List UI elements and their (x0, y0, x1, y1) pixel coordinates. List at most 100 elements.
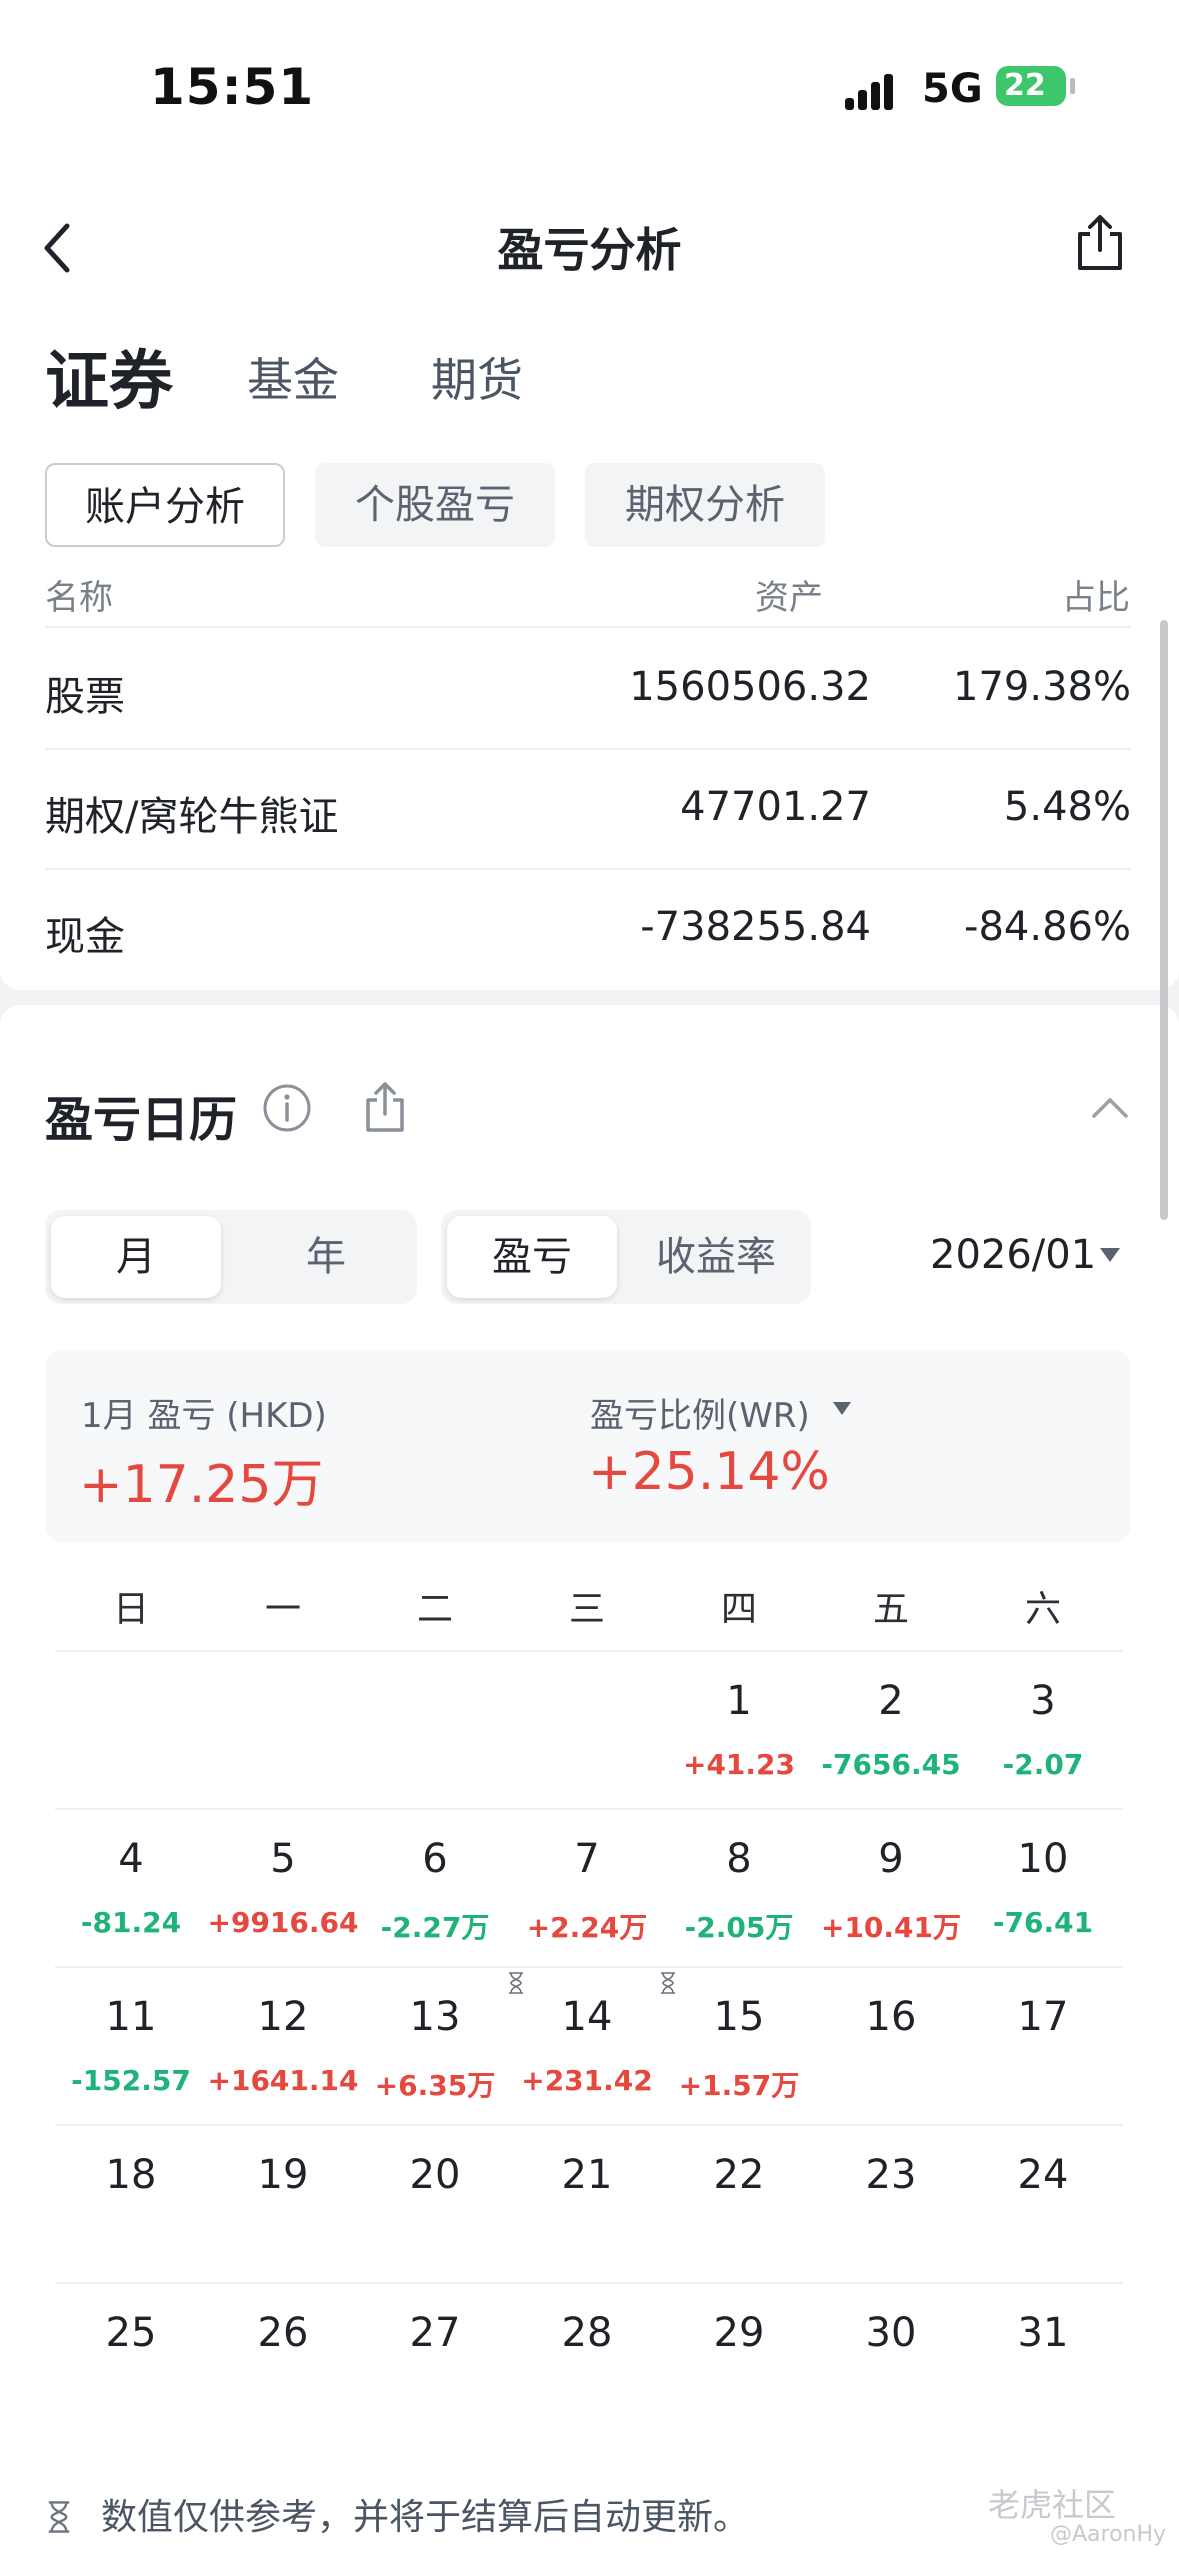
toggle-year[interactable]: 年 (241, 1216, 411, 1298)
battery-icon: 22 (996, 66, 1066, 106)
row-ratio: 179.38% (953, 664, 1131, 710)
calendar-day[interactable]: 2 -7656.45 (815, 1650, 967, 1808)
pending-hourglass-icon (509, 1972, 523, 1994)
weekday-label: 四 (720, 1589, 757, 1630)
status-bar: 15:51 5G 22 (0, 0, 1179, 150)
calendar-day[interactable]: 9 +10.41万 (815, 1808, 967, 1966)
calendar-day[interactable]: 3 -2.07 (967, 1650, 1119, 1808)
tab-option-analysis[interactable]: 期权分析 (585, 463, 825, 547)
tab-funds[interactable]: 基金 (247, 344, 339, 410)
weekday-label: 日 (112, 1589, 149, 1630)
watermark-user: @AaronHy (1050, 2522, 1167, 2547)
wr-label[interactable]: 盈亏比例(WR) (590, 1388, 810, 1437)
tab-stock-pnl[interactable]: 个股盈亏 (315, 463, 555, 547)
day-pnl-value: -2.05万 (684, 1911, 794, 1944)
day-pnl-value: -81.24 (80, 1906, 182, 1939)
calendar-day[interactable]: 29 (663, 2282, 815, 2440)
table-row: 股票 1560506.32 179.38% (45, 628, 1131, 750)
day-pnl-value: +1641.14 (207, 2064, 359, 2097)
calendar-day[interactable]: 21 (511, 2124, 663, 2282)
day-number: 31 (1017, 2310, 1069, 2356)
calendar-day[interactable]: 28 (511, 2282, 663, 2440)
day-number: 20 (409, 2152, 461, 2198)
day-number: 17 (1017, 1994, 1069, 2040)
day-pnl-value: +1.57万 (678, 2069, 800, 2102)
day-number: 19 (257, 2152, 309, 2198)
tab-futures[interactable]: 期货 (431, 344, 523, 410)
calendar-day[interactable]: 7 +2.24万 (511, 1808, 663, 1966)
row-ratio: 5.48% (1003, 784, 1131, 830)
calendar-day[interactable]: 22 (663, 2124, 815, 2282)
battery-level: 22 (1004, 68, 1046, 103)
calendar-day[interactable]: 10 -76.41 (967, 1808, 1119, 1966)
share-icon[interactable] (1070, 212, 1130, 274)
metric-toggle: 盈亏 收益率 (441, 1210, 811, 1304)
calendar-day[interactable]: 19 (207, 2124, 359, 2282)
calendar-share-icon[interactable] (362, 1080, 408, 1134)
calendar-day[interactable]: 6 -2.27万 (359, 1808, 511, 1966)
calendar-day[interactable]: 26 (207, 2282, 359, 2440)
calendar-title: 盈亏日历 (45, 1092, 238, 1148)
calendar-day[interactable]: 27 (359, 2282, 511, 2440)
day-pnl-value: +10.41万 (820, 1911, 962, 1944)
tab-securities[interactable]: 证券 (45, 330, 173, 422)
row-asset: 47701.27 (680, 784, 871, 830)
pnl-label: 1月 盈亏 (HKD) (81, 1396, 327, 1436)
calendar-day[interactable]: 11 -152.57 (55, 1966, 207, 2124)
calendar-day[interactable]: 18 (55, 2124, 207, 2282)
toggle-return-rate[interactable]: 收益率 (627, 1216, 805, 1298)
day-pnl-value: +41.23 (682, 1748, 796, 1781)
calendar-day[interactable]: 12 +1641.14 (207, 1966, 359, 2124)
day-number: 10 (1017, 1836, 1069, 1882)
wr-caret-icon[interactable] (833, 1402, 851, 1415)
calendar-day[interactable]: 30 (815, 2282, 967, 2440)
weekday-label: 三 (568, 1589, 605, 1630)
calendar-day[interactable]: 13 +6.35万 (359, 1966, 511, 2124)
calendar-day[interactable]: 1 +41.23 (663, 1650, 815, 1808)
pending-hourglass-icon (661, 1972, 675, 1994)
nav-bar: 盈亏分析 (0, 200, 1179, 290)
weekday-label: 二 (416, 1589, 453, 1630)
day-pnl-value: +6.35万 (374, 2069, 496, 2102)
tab-account-analysis[interactable]: 账户分析 (45, 463, 285, 547)
caret-down-icon[interactable] (1100, 1248, 1120, 1262)
calendar-day[interactable]: 16 (815, 1966, 967, 2124)
calendar-day[interactable]: 5 +9916.64 (207, 1808, 359, 1966)
row-ratio: -84.86% (964, 904, 1131, 950)
calendar-day[interactable]: 24 (967, 2124, 1119, 2282)
calendar-day[interactable]: 20 (359, 2124, 511, 2282)
calendar-day[interactable]: 14 +231.42 (509, 1966, 663, 2124)
calendar-day[interactable]: 8 -2.05万 (663, 1808, 815, 1966)
month-summary: 1月 盈亏 (HKD) +17.25万 盈亏比例(WR) +25.14% (45, 1350, 1131, 1542)
calendar-day[interactable]: 15 +1.57万 (661, 1966, 815, 2124)
day-number: 11 (105, 1994, 157, 2040)
calendar-day[interactable]: 4 -81.24 (55, 1808, 207, 1966)
col-header-ratio: 占比 (1062, 578, 1130, 618)
day-number: 27 (409, 2310, 461, 2356)
day-pnl-value: -152.57 (71, 2064, 191, 2097)
chevron-up-icon[interactable] (1090, 1092, 1130, 1122)
day-number: 8 (726, 1836, 752, 1882)
calendar-day[interactable]: 17 (967, 1966, 1119, 2124)
scrollbar[interactable] (1160, 620, 1168, 1220)
month-selector[interactable]: 2026/01 (930, 1232, 1096, 1278)
day-number: 24 (1017, 2152, 1069, 2198)
day-number: 22 (713, 2152, 765, 2198)
info-icon[interactable] (262, 1083, 312, 1133)
day-pnl-value: -76.41 (992, 1906, 1094, 1939)
day-number: 30 (865, 2310, 917, 2356)
toggle-pnl[interactable]: 盈亏 (447, 1216, 617, 1298)
calendar-day[interactable]: 25 (55, 2282, 207, 2440)
row-asset: -738255.84 (640, 904, 871, 950)
pnl-value: +17.25万 (79, 1455, 324, 1515)
day-pnl-value: +231.42 (521, 2064, 653, 2097)
calendar-day[interactable]: 23 (815, 2124, 967, 2282)
day-number: 15 (713, 1994, 765, 2040)
watermark-brand: 老虎社区 (988, 2486, 1117, 2524)
calendar-day[interactable]: 31 (967, 2282, 1119, 2440)
toggle-month[interactable]: 月 (51, 1216, 221, 1298)
period-toggle: 月 年 (45, 1210, 417, 1304)
day-number: 12 (257, 1994, 309, 2040)
day-number: 18 (105, 2152, 157, 2198)
row-name: 期权/窝轮牛熊证 (45, 794, 339, 840)
